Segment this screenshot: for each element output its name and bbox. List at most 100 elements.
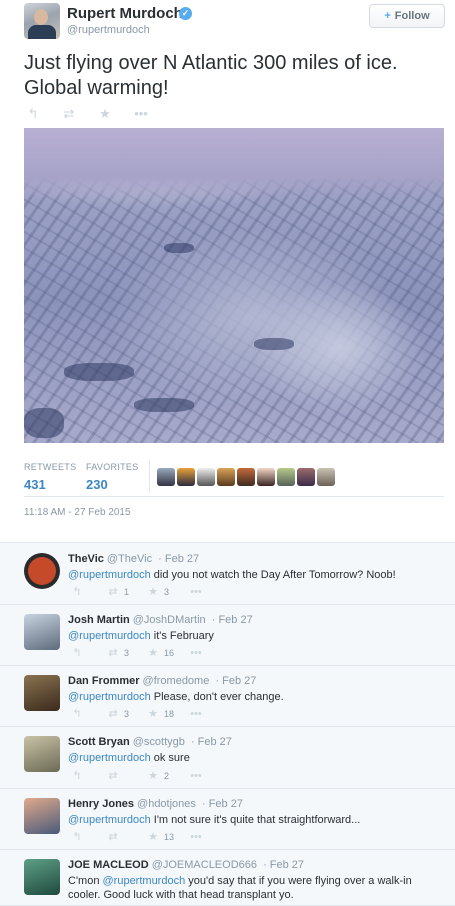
reply-tweet[interactable]: Henry Jones @hdotjones · Feb 27 @rupertmur… [0, 789, 455, 850]
reply-icon[interactable]: ↰ [70, 646, 84, 659]
reply-actions: ↰ ⇄ 1 ★ 3 ••• [70, 585, 206, 599]
tweet-photo[interactable] [24, 128, 444, 443]
reply-icon[interactable]: ↰ [70, 585, 84, 598]
reply-avatar[interactable] [24, 798, 60, 834]
retweets-count[interactable]: 431 [24, 477, 46, 492]
favoriter-avatar[interactable] [157, 468, 175, 486]
reply-text: C'mon @rupertmurdoch you'd say that if y… [68, 874, 438, 902]
reply-text: @rupertmurdoch it's February [68, 629, 438, 643]
reply-avatar[interactable] [24, 553, 60, 589]
tweet-timestamp[interactable]: 11:18 AM - 27 Feb 2015 [24, 507, 131, 518]
retweet-icon[interactable]: ⇄ [62, 106, 76, 122]
reply-icon[interactable]: ↰ [70, 830, 84, 843]
reply-tweet[interactable]: Dan Frommer @fromedome · Feb 27 @rupertmur… [0, 666, 455, 727]
follow-button[interactable]: + Follow [369, 4, 445, 28]
retweet-icon[interactable]: ⇄ [106, 646, 120, 659]
reply-icon[interactable]: ↰ [70, 769, 84, 782]
reply-icon[interactable]: ↰ [26, 106, 40, 122]
favorite-icon[interactable]: ★ [98, 106, 112, 122]
more-icon[interactable]: ••• [186, 647, 206, 659]
reply-tweet[interactable]: Josh Martin @JoshDMartin · Feb 27 @rupertm… [0, 605, 455, 666]
favorite-icon[interactable]: ★ [146, 646, 160, 659]
reply-date[interactable]: · Feb 27 [212, 614, 253, 626]
reply-header: TheVic @TheVic · Feb 27 [68, 553, 199, 565]
reply-author-name[interactable]: Josh Martin [68, 614, 130, 626]
verified-badge-icon: ✓ [179, 7, 192, 20]
retweets-label: RETWEETS [24, 462, 77, 472]
retweet-count: 1 [124, 586, 130, 597]
reply-author-handle[interactable]: @fromedome [143, 675, 210, 687]
reply-author-handle[interactable]: @JOEMACLEOD666 [152, 859, 257, 871]
reply-author-handle[interactable]: @TheVic [107, 553, 152, 565]
more-icon[interactable]: ••• [186, 586, 206, 598]
stats-divider-line [24, 496, 444, 497]
tweet-stats: RETWEETS 431 FAVORITES 230 [24, 460, 444, 496]
favorite-count: 2 [164, 770, 170, 781]
reply-mention-link[interactable]: @rupertmurdoch [68, 569, 151, 581]
reply-date[interactable]: · Feb 27 [202, 798, 243, 810]
retweet-icon[interactable]: ⇄ [106, 830, 120, 843]
favorites-count[interactable]: 230 [86, 477, 108, 492]
favorite-count: 16 [164, 647, 175, 658]
reply-header: Dan Frommer @fromedome · Feb 27 [68, 675, 256, 687]
favorite-icon[interactable]: ★ [146, 707, 160, 720]
reply-tweet[interactable]: Scott Bryan @scottygb · Feb 27 @rupertmurd… [0, 727, 455, 789]
tweet-text: Just flying over N Atlantic 300 miles of… [24, 52, 398, 99]
more-icon[interactable]: ••• [186, 831, 206, 843]
reply-tweet[interactable]: JOE MACLEOD @JOEMACLEOD666 · Feb 27 C'mon … [0, 850, 455, 906]
reply-author-name[interactable]: TheVic [68, 553, 104, 565]
reply-author-handle[interactable]: @scottygb [133, 736, 185, 748]
reply-author-handle[interactable]: @hdotjones [137, 798, 196, 810]
favorite-icon[interactable]: ★ [146, 585, 160, 598]
reply-header: Josh Martin @JoshDMartin · Feb 27 [68, 614, 253, 626]
favorite-count: 3 [164, 586, 170, 597]
reply-mention-link[interactable]: @rupertmurdoch [68, 752, 151, 764]
favorite-icon[interactable]: ★ [146, 830, 160, 843]
reply-tweet[interactable]: TheVic @TheVic · Feb 27 @rupertmurdoch did… [0, 544, 455, 605]
reply-actions: ↰ ⇄ ★ 13 ••• [70, 830, 206, 844]
retweet-icon[interactable]: ⇄ [106, 769, 120, 782]
favoriter-avatar[interactable] [317, 468, 335, 486]
favoriter-avatar[interactable] [297, 468, 315, 486]
favoriter-avatar[interactable] [257, 468, 275, 486]
reply-header: Henry Jones @hdotjones · Feb 27 [68, 798, 243, 810]
retweet-icon[interactable]: ⇄ [106, 707, 120, 720]
more-icon[interactable]: ••• [186, 708, 206, 720]
reply-text: @rupertmurdoch Please, don't ever change… [68, 690, 438, 704]
more-icon[interactable]: ••• [186, 770, 206, 782]
author-avatar[interactable] [24, 3, 60, 39]
reply-author-name[interactable]: Dan Frommer [68, 675, 140, 687]
reply-actions: ↰ ⇄ ★ 2 ••• [70, 769, 206, 783]
author-handle[interactable]: @rupertmurdoch [67, 24, 150, 36]
favorite-icon[interactable]: ★ [146, 769, 160, 782]
favoriter-avatar[interactable] [217, 468, 235, 486]
reply-avatar[interactable] [24, 736, 60, 772]
reply-author-name[interactable]: JOE MACLEOD [68, 859, 149, 871]
reply-text-prefix: C'mon [68, 875, 103, 887]
reply-author-handle[interactable]: @JoshDMartin [133, 614, 206, 626]
author-name[interactable]: Rupert Murdoch [67, 5, 183, 22]
reply-date[interactable]: · Feb 27 [263, 859, 304, 871]
reply-author-name[interactable]: Scott Bryan [68, 736, 130, 748]
follow-user-icon: + [384, 10, 391, 22]
reply-date[interactable]: · Feb 27 [158, 553, 199, 565]
reply-avatar[interactable] [24, 859, 60, 895]
reply-mention-link[interactable]: @rupertmurdoch [68, 691, 151, 703]
more-icon[interactable]: ••• [134, 106, 148, 122]
reply-icon[interactable]: ↰ [70, 707, 84, 720]
reply-mention-link[interactable]: @rupertmurdoch [103, 875, 186, 887]
reply-text-body: Please, don't ever change. [150, 691, 284, 703]
retweet-count: 3 [124, 708, 130, 719]
favoriter-avatar[interactable] [177, 468, 195, 486]
reply-mention-link[interactable]: @rupertmurdoch [68, 630, 151, 642]
reply-avatar[interactable] [24, 675, 60, 711]
retweet-icon[interactable]: ⇄ [106, 585, 120, 598]
reply-mention-link[interactable]: @rupertmurdoch [68, 814, 151, 826]
reply-date[interactable]: · Feb 27 [191, 736, 232, 748]
reply-date[interactable]: · Feb 27 [215, 675, 256, 687]
favoriter-avatar[interactable] [237, 468, 255, 486]
favoriter-avatar[interactable] [197, 468, 215, 486]
favoriter-avatar[interactable] [277, 468, 295, 486]
reply-avatar[interactable] [24, 614, 60, 650]
reply-author-name[interactable]: Henry Jones [68, 798, 134, 810]
